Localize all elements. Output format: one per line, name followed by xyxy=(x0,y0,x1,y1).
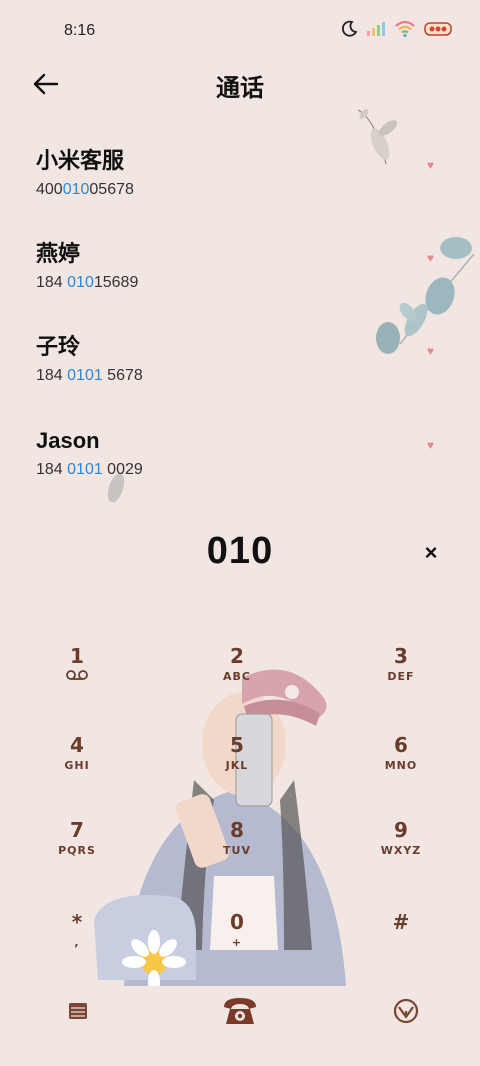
contact-item[interactable]: 燕婷 184 01015689 ♥ xyxy=(36,241,446,311)
key-letters: MNO xyxy=(384,759,418,772)
key-digit: * xyxy=(71,910,83,934)
key-letters: TUV xyxy=(223,844,251,857)
key-letters: PQRS xyxy=(58,844,96,857)
menu-icon xyxy=(393,998,419,1024)
key-digit: 5 xyxy=(230,733,244,757)
page-title: 通话 xyxy=(216,75,264,102)
key-9[interactable]: 9 WXYZ xyxy=(346,818,456,888)
heart-icon: ♥ xyxy=(426,344,434,358)
key-digit: 7 xyxy=(70,818,84,842)
key-digit: 0 xyxy=(230,910,244,934)
key-2[interactable]: 2 ABC xyxy=(182,644,292,714)
key-digit: 6 xyxy=(394,733,408,757)
contact-number: 184 01015689 xyxy=(36,274,139,291)
menu-button[interactable] xyxy=(386,991,426,1031)
status-icons xyxy=(340,20,454,38)
signal-icon xyxy=(367,22,385,36)
key-6[interactable]: 6 MNO xyxy=(346,733,456,803)
phone-call-icon xyxy=(224,998,256,1024)
key-hash[interactable]: # xyxy=(346,910,456,980)
key-letters: ABC xyxy=(223,670,251,683)
contact-number: 40001005678 xyxy=(36,181,134,198)
call-button[interactable] xyxy=(220,991,260,1031)
heart-icon: ♥ xyxy=(426,251,434,265)
key-digit: 3 xyxy=(394,644,408,668)
heart-icon: ♥ xyxy=(426,438,434,452)
clear-button[interactable]: × xyxy=(418,540,444,566)
key-digit: # xyxy=(392,910,410,934)
key-0[interactable]: 0 + xyxy=(182,910,292,980)
key-3[interactable]: 3 DEF xyxy=(346,644,456,714)
battery-icon xyxy=(424,22,452,36)
contact-name: 子玲 xyxy=(36,334,81,359)
contact-item[interactable]: 小米客服 40001005678 ♥ xyxy=(36,148,446,218)
contact-name: 燕婷 xyxy=(36,241,81,266)
status-time: 8:16 xyxy=(64,22,96,39)
key-digit: 4 xyxy=(70,733,84,757)
contact-name: 小米客服 xyxy=(36,148,125,173)
dial-number-display: 010 xyxy=(206,530,274,572)
key-letters: WXYZ xyxy=(380,844,422,857)
voicemail-icon xyxy=(66,670,88,680)
key-letters: GHI xyxy=(64,759,90,772)
key-digit: 9 xyxy=(394,818,408,842)
status-bar: 8:16 xyxy=(0,0,480,62)
key-7[interactable]: 7 PQRS xyxy=(22,818,132,888)
contact-number: 184 0101 0029 xyxy=(36,461,143,478)
key-4[interactable]: 4 GHI xyxy=(22,733,132,803)
key-digit: 2 xyxy=(230,644,244,668)
contact-item[interactable]: Jason 184 0101 0029 ♥ xyxy=(36,428,446,498)
key-digit: 8 xyxy=(230,818,244,842)
moon-icon xyxy=(341,20,358,37)
keypad-toggle-icon xyxy=(69,1003,87,1019)
bottom-bar xyxy=(0,985,480,1035)
contact-number: 184 0101 5678 xyxy=(36,367,143,384)
contact-item[interactable]: 子玲 184 0101 5678 ♥ xyxy=(36,334,446,404)
keypad-toggle-button[interactable] xyxy=(58,991,98,1031)
key-1[interactable]: 1 xyxy=(22,644,132,714)
key-star[interactable]: * , xyxy=(22,910,132,980)
key-letters: DEF xyxy=(387,670,415,683)
key-letters: + xyxy=(231,936,243,949)
heart-icon: ♥ xyxy=(426,158,434,172)
key-digit: 1 xyxy=(70,644,84,668)
contact-name: Jason xyxy=(36,428,100,453)
key-8[interactable]: 8 TUV xyxy=(182,818,292,888)
key-letters: , xyxy=(74,936,80,949)
header: 通话 xyxy=(0,62,480,104)
wifi-icon xyxy=(395,20,415,38)
key-5[interactable]: 5 JKL xyxy=(182,733,292,803)
key-letters: JKL xyxy=(225,759,249,772)
